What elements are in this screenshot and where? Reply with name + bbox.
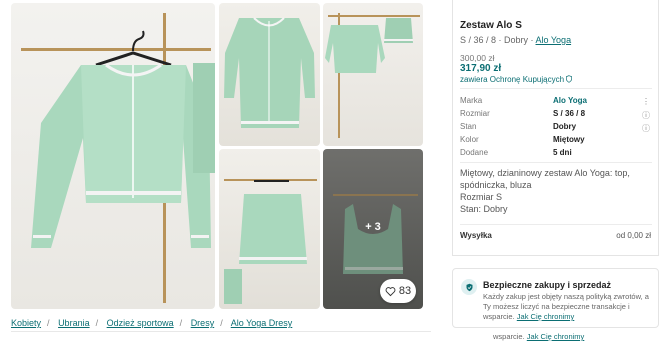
safe-shopping-text: Każdy zakup jest objęty naszą polityką z…	[483, 292, 649, 321]
buyer-protection-link[interactable]: zawiera Ochronę Kupujących	[460, 75, 573, 84]
divider	[11, 331, 431, 332]
breadcrumb-link[interactable]: Odzież sportowa	[107, 318, 174, 328]
more-icon[interactable]: ⋮	[642, 97, 650, 106]
divider	[460, 224, 652, 225]
more-photos-count[interactable]: + 3	[323, 221, 423, 233]
divider	[460, 88, 652, 89]
info-icon[interactable]: ⓘ	[642, 123, 650, 134]
info-icon[interactable]: ⓘ	[642, 110, 650, 121]
shield-check-icon	[461, 279, 477, 295]
attribute-row: Kolor Miętowy	[460, 135, 585, 144]
safe-shopping-title: Bezpieczne zakupy i sprzedaż	[483, 280, 612, 290]
how-we-protect-link-partial[interactable]: Jak Cię chronimy	[527, 332, 585, 341]
attribute-row: Marka Alo Yoga ⋮	[460, 96, 650, 106]
breadcrumb: Kobiety / Ubrania / Odzież sportowa / Dresy…	[11, 318, 293, 328]
attribute-row: Rozmiar S / 36 / 8 ⓘ	[460, 109, 650, 121]
like-count: 83	[398, 285, 412, 297]
how-we-protect-link[interactable]: Jak Cię chronimy	[517, 312, 575, 321]
breadcrumb-link[interactable]: Dresy	[191, 318, 215, 328]
breadcrumb-link[interactable]: Kobiety	[11, 318, 41, 328]
product-photo-hanging-set[interactable]	[323, 3, 423, 146]
breadcrumb-link[interactable]: Ubrania	[58, 318, 90, 328]
item-title: Zestaw Alo S	[460, 20, 522, 31]
shipping-label: Wysyłka	[460, 231, 492, 240]
divider	[460, 162, 652, 163]
heart-icon	[385, 286, 396, 296]
product-photo-skirt[interactable]	[219, 149, 320, 309]
attribute-row: Stan Dobry ⓘ	[460, 122, 650, 134]
brand-link[interactable]: Alo Yoga	[536, 35, 572, 45]
total-price[interactable]: 317,90 zł	[460, 63, 501, 74]
like-button[interactable]: 83	[380, 279, 416, 303]
brand-value-link[interactable]: Alo Yoga	[553, 96, 587, 105]
shipping-price: od 0,00 zł	[616, 231, 651, 240]
item-subtitle: S / 36 / 8 · Dobry · Alo Yoga	[460, 35, 572, 45]
sticky-safe-text-partial: wsparcie. Jak Cię chronimy	[493, 332, 585, 341]
item-price: 300,00 zł	[460, 53, 495, 63]
breadcrumb-link[interactable]: Alo Yoga Dresy	[231, 318, 293, 328]
shield-icon	[566, 75, 573, 83]
main-product-photo[interactable]	[11, 3, 215, 309]
attribute-row: Dodane 5 dni	[460, 148, 572, 157]
product-photo-flatlay[interactable]	[219, 3, 320, 146]
item-description: Miętowy, dzianinowy zestaw Alo Yoga: top…	[460, 168, 630, 214]
item-attributes: Marka Alo Yoga ⋮ Rozmiar S / 36 / 8 ⓘ St…	[460, 96, 652, 161]
